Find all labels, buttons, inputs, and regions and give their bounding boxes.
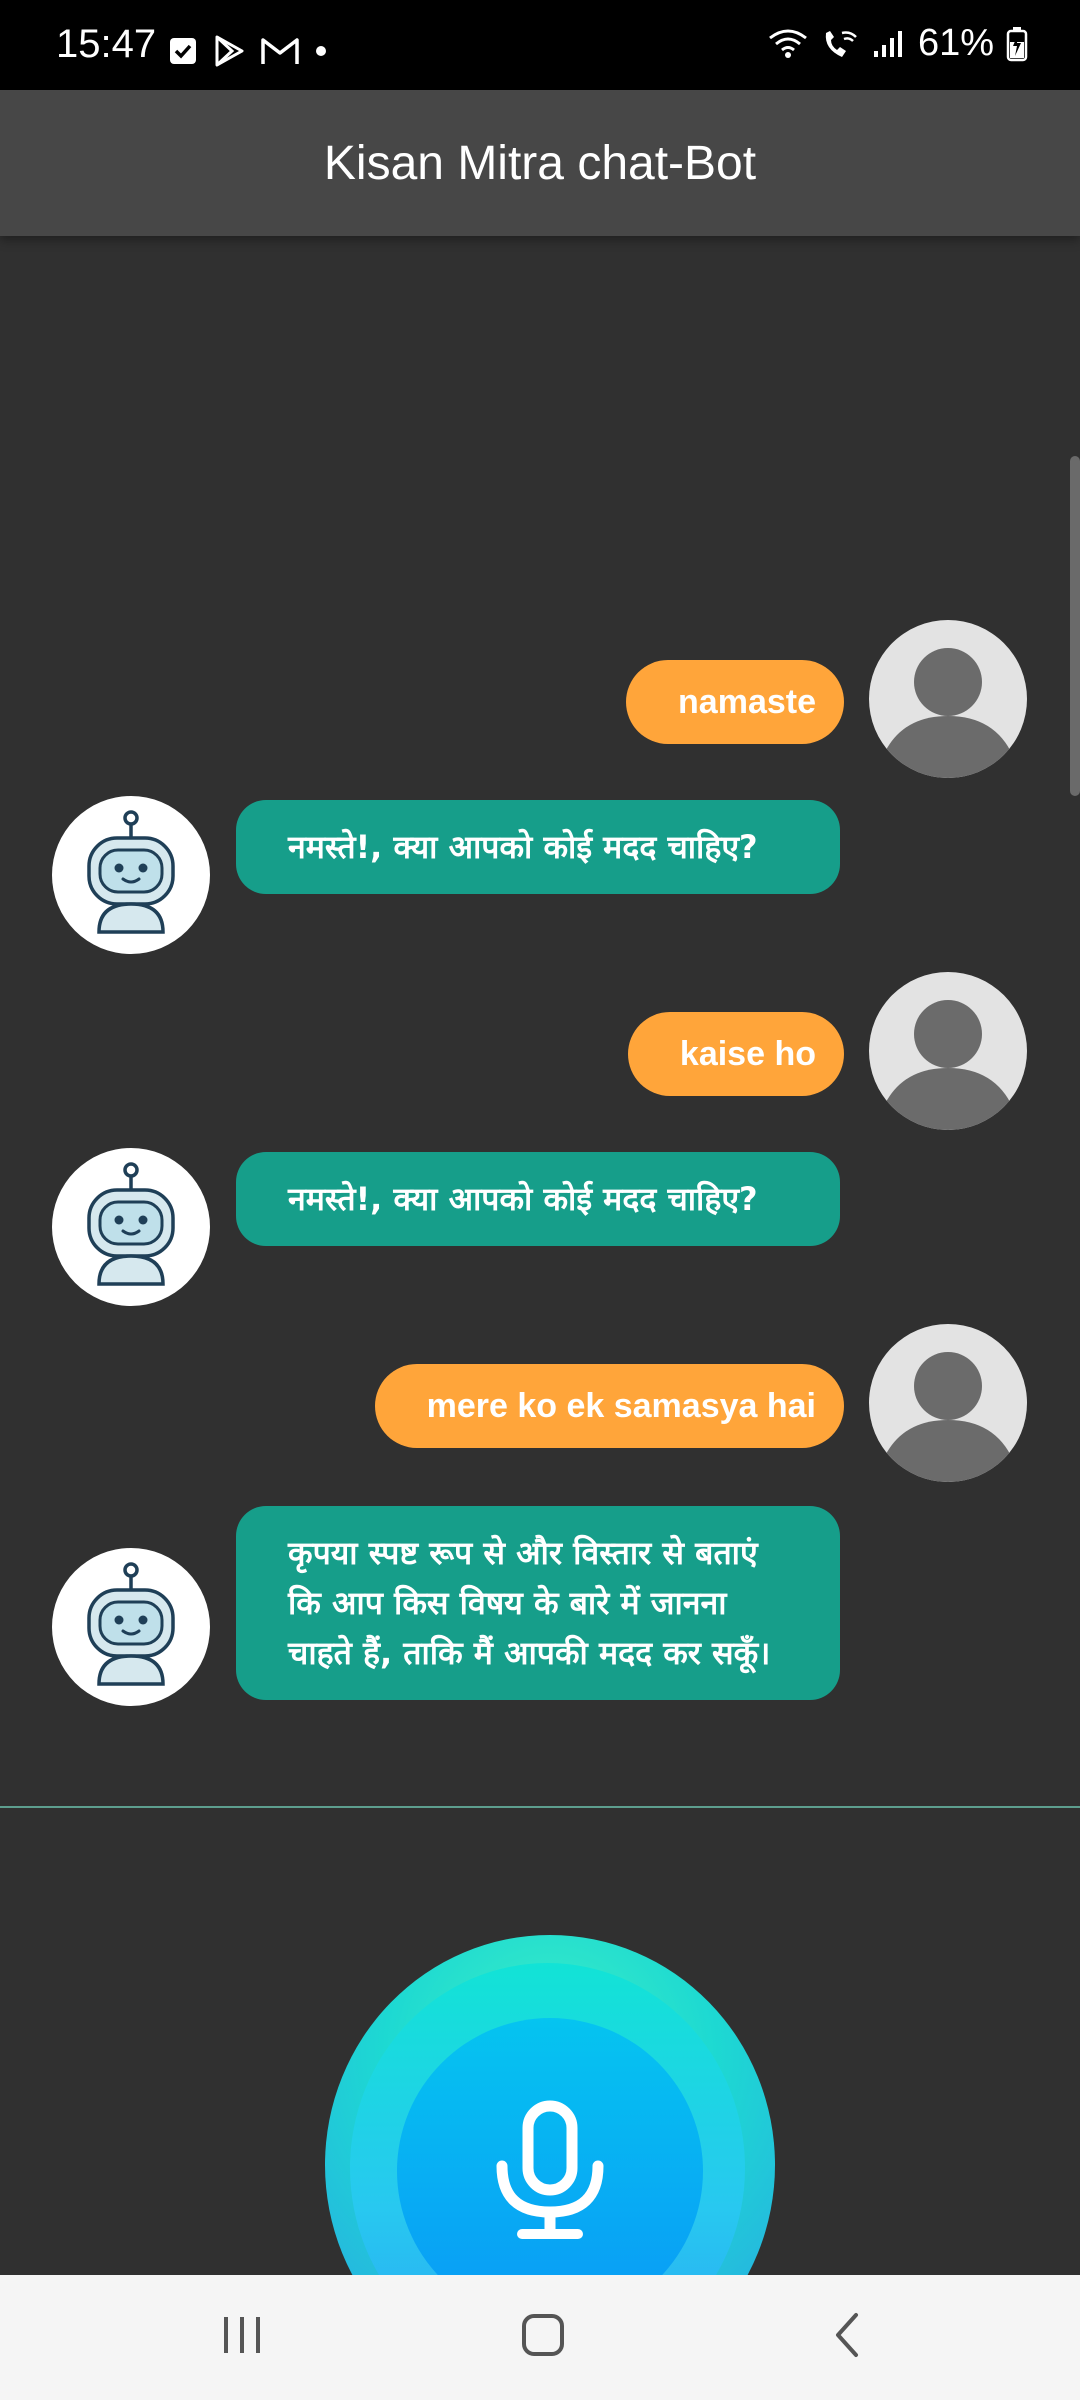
bot-message-bubble: नमस्ते!, क्या आपको कोई मदद चाहिए? [236,800,840,894]
bot-message-bubble: नमस्ते!, क्या आपको कोई मदद चाहिए? [236,1152,840,1246]
microphone-icon [496,2100,604,2239]
robot-icon [87,1162,175,1286]
bot-avatar [52,1148,210,1306]
home-icon[interactable] [520,2311,566,2359]
user-avatar [869,972,1027,1130]
mic-button[interactable] [320,1935,780,2275]
checkbox-icon [170,38,196,64]
input-divider [0,1806,1080,1808]
user-message-bubble: mere ko ek samasya hai [374,1364,844,1448]
user-message-bubble: namaste [626,660,844,744]
status-left-icons [168,34,328,68]
bot-message-bubble: कृपया स्पष्ट रूप से और विस्तार से बताएं … [236,1506,840,1700]
battery-percent: 61% [917,22,994,64]
wifi-icon [769,29,807,58]
signal-icon [873,30,902,57]
user-avatar [869,620,1027,778]
chat-area[interactable]: namaste नमस्ते!, क्या आपको कोई मदद चाहिए… [0,236,1080,1806]
robot-icon [87,810,175,934]
wifi-call-icon [825,30,857,57]
status-time: 15:47 [56,22,157,66]
gmail-icon [261,38,299,64]
dot-icon [316,46,326,56]
system-nav-bar [0,2275,1080,2400]
user-message-bubble: kaise ho [627,1012,844,1096]
user-avatar-icon [883,648,1013,778]
user-avatar-icon [883,1352,1013,1482]
battery-icon [1006,26,1028,61]
user-avatar [869,1324,1027,1482]
robot-icon [87,1562,175,1686]
back-icon[interactable] [828,2311,868,2359]
app-title: Kisan Mitra chat-Bot [323,136,757,190]
recent-apps-icon[interactable] [220,2311,264,2359]
play-store-icon [215,35,244,67]
status-right: 61% [768,22,1028,65]
user-avatar-icon [883,1000,1013,1130]
bot-avatar [52,796,210,954]
bot-avatar [52,1548,210,1706]
status-bar: 15:47 61% [0,0,1080,90]
app-bar: Kisan Mitra chat-Bot [0,90,1080,236]
